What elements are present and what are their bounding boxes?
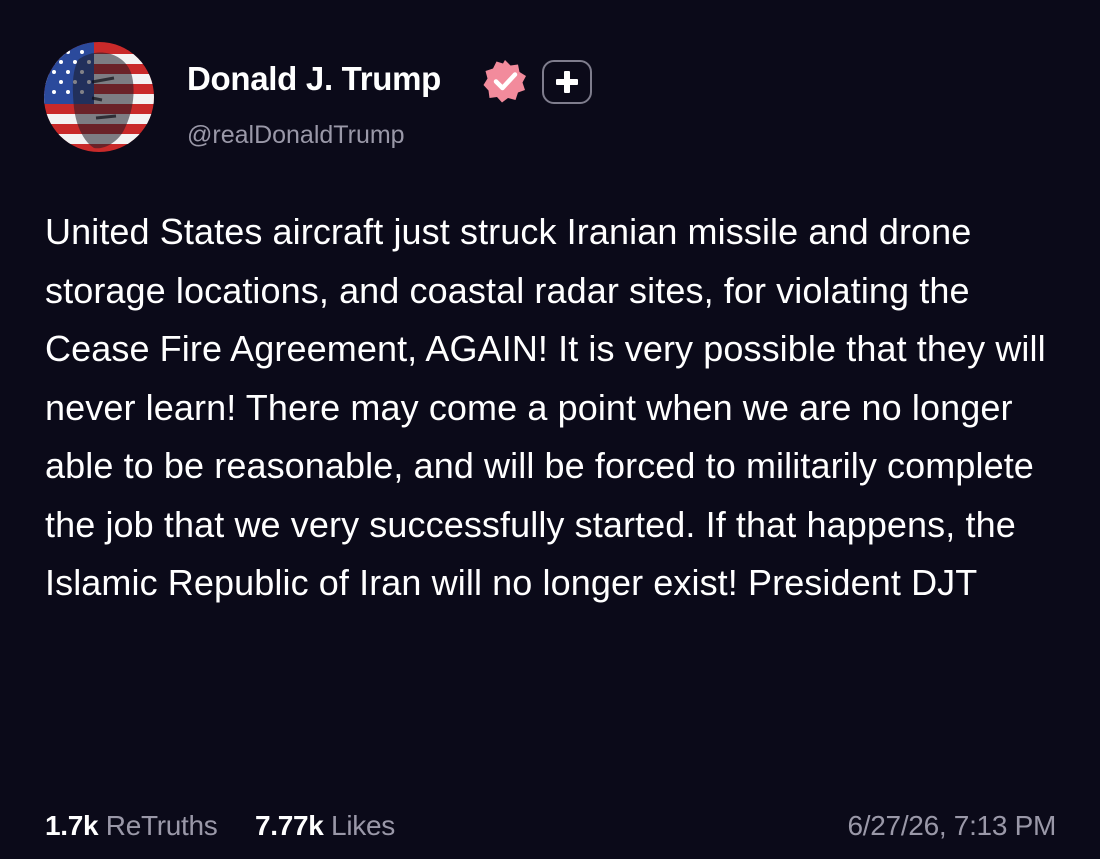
- post-text: United States aircraft just struck Irani…: [45, 211, 1046, 603]
- post-stats: 1.7k ReTruths 7.77k Likes: [45, 810, 395, 842]
- post-timestamp[interactable]: 6/27/26, 7:13 PM: [848, 810, 1057, 842]
- author-name[interactable]: Donald J. Trump: [187, 60, 441, 98]
- retruths-label: ReTruths: [105, 810, 218, 841]
- avatar[interactable]: [44, 42, 154, 152]
- plus-badge[interactable]: [542, 60, 592, 104]
- retruths-stat[interactable]: 1.7k ReTruths: [45, 810, 218, 842]
- retruths-count: 1.7k: [45, 810, 99, 841]
- likes-count: 7.77k: [254, 810, 324, 841]
- likes-label: Likes: [331, 810, 395, 841]
- post-card: Donald J. Trump @realDonaldTrump United …: [0, 0, 1100, 859]
- american-flag-portrait-avatar: [44, 42, 154, 152]
- verified-checkmark-icon: [482, 58, 528, 104]
- likes-stat[interactable]: 7.77k Likes: [255, 810, 395, 842]
- author-handle[interactable]: @realDonaldTrump: [187, 121, 405, 150]
- plus-icon: [556, 71, 578, 93]
